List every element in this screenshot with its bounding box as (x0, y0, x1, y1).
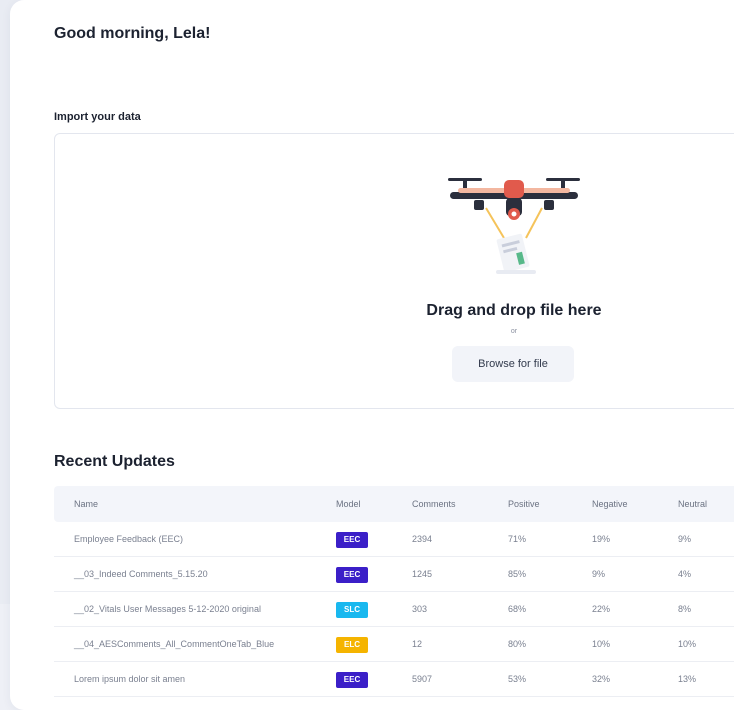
row-model-cell: EEC (336, 557, 368, 591)
row-positive: 71% (508, 534, 527, 544)
recent-updates-table: Name Model Comments Positive Negative Ne… (54, 486, 734, 697)
model-badge: ELC (336, 636, 368, 653)
row-name: Lorem ipsum dolor sit amen (74, 674, 186, 684)
row-negative: 22% (592, 604, 611, 614)
row-model-cell: SLC (336, 592, 368, 626)
row-model-cell: EEC (336, 522, 368, 556)
browse-file-button[interactable]: Browse for file (452, 346, 574, 382)
row-positive: 80% (508, 639, 527, 649)
table-row[interactable]: __03_Indeed Comments_5.15.20 EEC 1245 85… (54, 557, 734, 592)
row-comments: 303 (412, 604, 428, 614)
file-dropzone[interactable] (54, 133, 734, 409)
row-neutral: 4% (678, 569, 692, 579)
row-positive: 53% (508, 674, 527, 684)
row-neutral: 13% (678, 674, 697, 684)
page-title: Good morning, Lela! (54, 25, 211, 42)
row-comments: 2394 (412, 534, 433, 544)
import-section-label: Import your data (54, 111, 141, 123)
column-header-negative[interactable]: Negative (592, 486, 628, 522)
model-badge: EEC (336, 566, 368, 583)
row-comments: 12 (412, 639, 423, 649)
column-header-comments[interactable]: Comments (412, 486, 456, 522)
row-negative: 9% (592, 569, 606, 579)
row-negative: 32% (592, 674, 611, 684)
dropzone-title: Drag and drop file here (426, 302, 602, 319)
row-neutral: 10% (678, 639, 697, 649)
table-row[interactable]: __02_Vitals User Messages 5-12-2020 orig… (54, 592, 734, 627)
row-negative: 10% (592, 639, 611, 649)
table-row[interactable]: Lorem ipsum dolor sit amen EEC 5907 53% … (54, 662, 734, 697)
table-row[interactable]: Employee Feedback (EEC) EEC 2394 71% 19%… (54, 522, 734, 557)
table-header: Name Model Comments Positive Negative Ne… (54, 486, 734, 522)
column-header-name[interactable]: Name (74, 486, 98, 522)
column-header-neutral[interactable]: Neutral (678, 486, 707, 522)
row-comments: 1245 (412, 569, 433, 579)
drone-illustration-icon (448, 178, 580, 274)
model-badge: SLC (336, 601, 368, 618)
column-header-model[interactable]: Model (336, 486, 361, 522)
row-negative: 19% (592, 534, 611, 544)
row-comments: 5907 (412, 674, 433, 684)
row-neutral: 9% (678, 534, 692, 544)
model-badge: EEC (336, 531, 368, 548)
row-model-cell: ELC (336, 627, 368, 661)
recent-updates-title: Recent Updates (54, 453, 175, 470)
table-row[interactable]: __04_AESComments_All_CommentOneTab_Blue … (54, 627, 734, 662)
row-name: Employee Feedback (EEC) (74, 534, 184, 544)
row-positive: 68% (508, 604, 527, 614)
row-model-cell: EEC (336, 662, 368, 696)
row-name: __02_Vitals User Messages 5-12-2020 orig… (74, 604, 261, 614)
row-positive: 85% (508, 569, 527, 579)
dropzone-or-text: or (510, 328, 518, 335)
column-header-positive[interactable]: Positive (508, 486, 540, 522)
row-name: __03_Indeed Comments_5.15.20 (74, 569, 208, 579)
row-name: __04_AESComments_All_CommentOneTab_Blue (74, 639, 275, 649)
model-badge: EEC (336, 671, 368, 688)
row-neutral: 8% (678, 604, 692, 614)
